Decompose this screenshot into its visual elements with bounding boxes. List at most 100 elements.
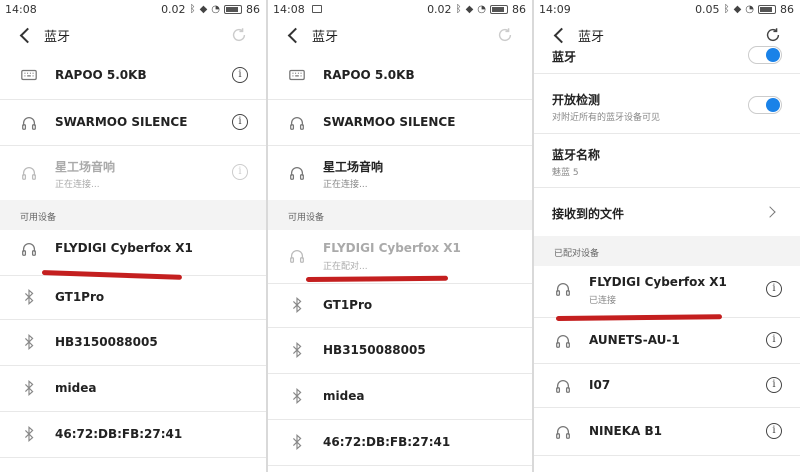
device-row[interactable]: GT1Pro [268,284,532,328]
wifi-icon: ◔ [745,4,754,15]
signal-icon: ◆ [465,4,474,15]
info-icon[interactable]: i [766,281,782,297]
signal-icon: ◆ [199,4,208,15]
device-row[interactable]: RAPOO 5.0KB i [0,50,266,100]
device-row[interactable]: FLYDIGI Cyberfox X1 已连接 i [534,266,800,318]
device-name: SWARMOO SILENCE [55,115,188,129]
device-status: 正在连接... [323,180,368,190]
device-name: 星工场音响 [323,160,384,174]
title-bar: 蓝牙 [268,20,532,50]
bluetooth-status-icon: ᛒ [723,4,730,15]
back-button[interactable] [18,26,34,44]
headphones-icon [288,114,306,132]
status-time: 14:09 [539,3,571,16]
bluetooth-icon [288,387,306,405]
section-header: 已配对设备 [534,236,800,266]
open-detect-row[interactable]: 开放检测 对附近所有的蓝牙设备可见 [534,74,800,134]
battery-icon [224,5,242,14]
headphones-icon [288,247,306,265]
device-status: 正在配对... [323,262,368,272]
bluetooth-icon [288,341,306,359]
device-row[interactable]: AUNETS-AU-1 i [534,318,800,364]
device-row[interactable]: SWARMOO SILENCE i [0,100,266,146]
device-name: midea [55,381,97,395]
battery-level: 86 [780,3,794,16]
chevron-right-icon [764,206,776,218]
back-button[interactable] [552,26,568,44]
device-row[interactable]: SWARMOO SILENCE [268,100,532,146]
device-row[interactable]: 46:72:DB:FB:27:41 [268,420,532,466]
device-row[interactable]: HB3150088005 [268,328,532,374]
back-button[interactable] [286,26,302,44]
info-icon[interactable]: i [232,164,248,180]
bluetooth-icon [20,425,38,443]
battery-level: 86 [246,3,260,16]
network-speed: 0.02 [427,3,452,16]
device-name: NINEKA B1 [589,424,663,438]
signal-icon: ◆ [733,4,742,15]
gallery-notification-icon [312,5,322,13]
bluetooth-icon [20,333,38,351]
device-row[interactable]: midea [0,366,266,412]
keyboard-icon [288,66,306,84]
page-title: 蓝牙 [312,30,339,45]
device-name: 46:72:DB:FB:27:41 [323,435,451,449]
page-title: 蓝牙 [44,30,71,45]
bluetooth-icon [288,433,306,451]
device-status: 正在连接... [55,180,100,190]
device-row[interactable]: I07 i [534,364,800,408]
device-row[interactable]: 星工场音响 正在连接... [268,146,532,200]
bluetooth-toggle[interactable] [748,46,782,64]
bluetooth-name-value: 魅蓝 5 [552,168,579,178]
received-files-label: 接收到的文件 [552,207,625,221]
device-row[interactable]: RAPOO 5.0KB [268,50,532,100]
open-detect-description: 对附近所有的蓝牙设备可见 [552,113,661,123]
device-name: AUNETS-AU-1 [589,333,680,347]
refresh-icon[interactable] [764,26,782,44]
device-row[interactable]: midea [268,374,532,420]
device-name: RAPOO 5.0KB [323,68,415,82]
device-row[interactable]: FLYDIGI Cyberfox X1 [0,230,266,276]
device-row[interactable]: HB3150088005 [0,320,266,366]
headphones-icon [554,377,572,395]
title-bar: 蓝牙 [0,20,266,50]
status-bar: 14:08 0.02 ᛒ ◆ ◔ 86 [0,0,266,20]
refresh-icon[interactable] [230,26,248,44]
device-row[interactable]: 46:72:DB:FB:27:41 [0,412,266,458]
device-name: 星工场音响 [55,160,116,174]
refresh-icon[interactable] [496,26,514,44]
bluetooth-name-row[interactable]: 蓝牙名称 魅蓝 5 [534,134,800,188]
bluetooth-screen-1: 14:08 0.02 ᛒ ◆ ◔ 86 蓝牙 RAPOO 5.0KB i SWA… [0,0,266,472]
status-bar: 14:08 0.02 ᛒ ◆ ◔ 86 [268,0,532,20]
device-row[interactable]: NINEKA B1 i [534,408,800,456]
headphones-icon [554,280,572,298]
info-icon[interactable]: i [766,377,782,393]
device-name: GT1Pro [323,298,373,312]
battery-level: 86 [512,3,526,16]
info-icon[interactable]: i [766,332,782,348]
device-name: I07 [589,378,611,392]
device-name: 46:72:DB:FB:27:41 [55,427,183,441]
bluetooth-toggle-row[interactable]: 蓝牙 [534,44,800,74]
device-name: FLYDIGI Cyberfox X1 [323,241,461,255]
info-icon[interactable]: i [232,67,248,83]
device-name: midea [323,389,365,403]
device-row[interactable]: GT1Pro [0,276,266,320]
info-icon[interactable]: i [232,114,248,130]
status-time: 14:08 [273,3,305,16]
received-files-row[interactable]: 接收到的文件 [534,188,800,236]
open-detect-toggle[interactable] [748,96,782,114]
device-row[interactable]: 星工场音响 正在连接... i [0,146,266,200]
headphones-icon [554,332,572,350]
headphones-icon [554,423,572,441]
device-name: HB3150088005 [55,335,158,349]
info-icon[interactable]: i [766,423,782,439]
device-name: FLYDIGI Cyberfox X1 [589,275,727,289]
headphones-icon [20,164,38,182]
bluetooth-status-icon: ᛒ [189,4,196,15]
network-speed: 0.05 [695,3,720,16]
section-header: 可用设备 [0,200,266,230]
section-header: 可用设备 [268,200,532,230]
screenshot-collage: 14:08 0.02 ᛒ ◆ ◔ 86 蓝牙 RAPOO 5.0KB i SWA… [0,0,800,472]
device-name: FLYDIGI Cyberfox X1 [55,241,193,255]
